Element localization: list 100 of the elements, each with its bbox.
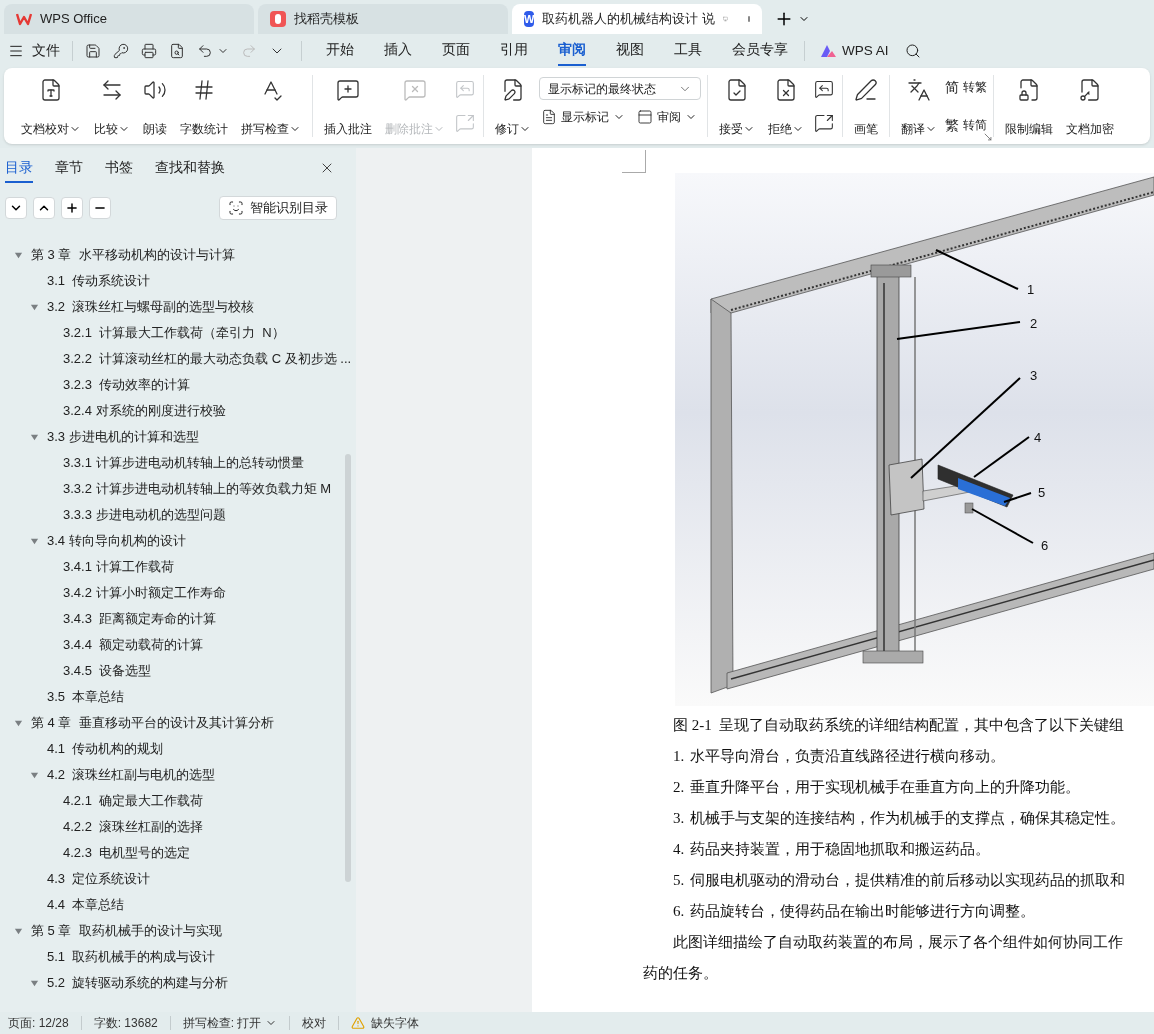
expand-toggle[interactable] <box>30 770 39 780</box>
panel-tab[interactable]: 查找和替换 <box>155 153 225 183</box>
outline-item[interactable]: 3.4.2 计算小时额定工作寿命 <box>63 583 226 603</box>
ribbon-tab[interactable]: 页面 <box>442 36 470 66</box>
scrollbar-thumb[interactable] <box>345 454 351 882</box>
outline-item[interactable]: 4.4 本章总结 <box>47 895 125 915</box>
outline-item[interactable]: 3.2.4 对系统的刚度进行校验 <box>63 401 226 421</box>
window-tab[interactable]: 找稻壳模板 <box>258 4 508 34</box>
outline-item[interactable]: 4.2.3 电机型号的选定 <box>63 843 191 863</box>
ribbon-tab[interactable]: 引用 <box>500 36 528 66</box>
outline-control-button[interactable] <box>5 197 27 219</box>
ribbon-button[interactable]: 接受 <box>714 74 760 138</box>
ribbon-small-button[interactable]: 显示标记 <box>541 108 625 126</box>
outline-item[interactable]: 第 5 章 取药机械手的设计与实现 <box>31 921 222 941</box>
expand-toggle[interactable] <box>30 432 39 442</box>
comment-add-icon <box>336 78 360 102</box>
ribbon-small-button[interactable]: 简 转繁 <box>945 78 987 96</box>
list-number: 1. <box>673 747 685 766</box>
outline-item[interactable]: 3.2.1 计算最大工作载荷（牵引力 N） <box>63 323 285 343</box>
expand-toggle[interactable] <box>14 250 23 260</box>
ribbon-button[interactable]: 拼写检查 <box>236 74 306 138</box>
key-icon[interactable] <box>113 43 129 59</box>
ribbon-button[interactable]: 拒绝 <box>763 74 809 138</box>
dropdown-field[interactable]: 显示标记的最终状态 <box>539 77 701 100</box>
ribbon-button[interactable]: 字数统计 <box>175 74 233 138</box>
ribbon-button[interactable]: 文档加密 <box>1061 74 1119 138</box>
outline-control-button[interactable] <box>33 197 55 219</box>
outline-control-button[interactable] <box>89 197 111 219</box>
outline-item[interactable]: 3.3 步进电机的计算和选型 <box>47 427 199 447</box>
outline-item[interactable]: 5.2 旋转驱动系统的构建与分析 <box>47 973 229 993</box>
outline-item[interactable]: 3.5 本章总结 <box>47 687 125 707</box>
panel-tab[interactable]: 章节 <box>55 153 83 183</box>
outline-item[interactable]: 4.3 定位系统设计 <box>47 869 151 889</box>
ribbon-button[interactable]: 翻译 <box>896 74 942 138</box>
outline-item[interactable]: 3.2 滚珠丝杠与螺母副的选型与校核 <box>47 297 255 317</box>
ribbon-tab[interactable]: 视图 <box>616 36 644 66</box>
outline-item[interactable]: 4.1 传动机构的规划 <box>47 739 164 759</box>
document-icon <box>541 109 557 125</box>
outline-item[interactable]: 3.4.1 计算工作载荷 <box>63 557 174 577</box>
outline-item[interactable]: 第 4 章 垂直移动平台的设计及其计算分析 <box>31 713 274 733</box>
ribbon-small-button[interactable]: 审阅 <box>637 108 697 126</box>
window-tab[interactable]: W 取药机器人的机械结构设计 说 <box>512 4 762 34</box>
outline-control-button[interactable] <box>61 197 83 219</box>
expand-toggle[interactable] <box>30 302 39 312</box>
ribbon-tab[interactable]: 插入 <box>384 36 412 66</box>
outline-item[interactable]: 3.2.3 传动效率的计算 <box>63 375 191 395</box>
missing-font-status[interactable]: 缺失字体 <box>351 1014 420 1032</box>
outline-item[interactable]: 4.2.2 滚珠丝杠副的选择 <box>63 817 204 837</box>
figure-caption: 图 2-1 呈现了自动取药系统的详细结构配置，其中包含了以下关键组 <box>672 716 1126 735</box>
panel-tab[interactable]: 目录 <box>5 153 33 183</box>
ribbon-small-button[interactable]: 繁 转简 <box>945 116 987 134</box>
expand-toggle[interactable] <box>14 718 23 728</box>
logo-icon <box>16 12 32 26</box>
outline-item[interactable]: 3.4.4 额定动载荷的计算 <box>63 635 204 655</box>
smart-toc-button[interactable]: 智能识别目录 <box>219 196 337 220</box>
outline-item[interactable]: 3.2.2 计算滚动丝杠的最大动态负载 C 及初步选 ... <box>63 349 352 369</box>
spell-check-status[interactable]: 拼写检查: 打开 <box>182 1014 278 1032</box>
menu-icon <box>8 43 24 59</box>
outline-item[interactable]: 3.4.3 距离额定寿命的计算 <box>63 609 217 629</box>
ribbon-button[interactable]: 插入批注 <box>319 74 377 138</box>
accept-icon <box>725 78 749 102</box>
outline-item[interactable]: 3.3.1 计算步进电动机转轴上的总转动惯量 <box>63 453 304 473</box>
triangle-down-icon <box>14 718 23 728</box>
face-scan-icon <box>228 200 244 216</box>
outline-item[interactable]: 3.4 转向导向机构的设计 <box>47 531 186 551</box>
ribbon-tab[interactable]: 开始 <box>326 36 354 66</box>
outline-item[interactable]: 3.3.2 计算步进电动机转轴上的等效负载力矩 M <box>63 479 331 499</box>
save-icon[interactable] <box>85 43 101 59</box>
expand-toggle[interactable] <box>30 978 39 988</box>
proofread-status[interactable]: 校对 <box>302 1014 327 1032</box>
ribbon-button[interactable]: 文档校对 <box>16 74 86 138</box>
window-tab[interactable]: WPS Office <box>4 4 254 34</box>
search-icon[interactable] <box>904 43 921 59</box>
file-menu[interactable]: 文件 <box>8 40 60 62</box>
ribbon-button[interactable]: 朗读 <box>138 74 172 138</box>
expand-toggle[interactable] <box>30 536 39 546</box>
panel-tab[interactable]: 书签 <box>105 153 133 183</box>
ribbon-button[interactable]: 比较 <box>89 74 135 138</box>
outline-item[interactable]: 3.1 传动系统设计 <box>47 271 151 291</box>
dialog-launcher-icon[interactable] <box>983 132 993 142</box>
ribbon-tab[interactable]: 会员专享 <box>732 36 788 66</box>
outline-item[interactable]: 3.3.3 步进电动机的选型问题 <box>63 505 226 525</box>
warning-icon <box>351 1016 366 1030</box>
print-preview-icon[interactable] <box>169 43 185 59</box>
translate-icon <box>907 78 931 102</box>
ribbon-button[interactable]: 修订 <box>490 74 536 138</box>
outline-item[interactable]: 第 3 章 水平移动机构的设计与计算 <box>31 245 235 265</box>
print-icon[interactable] <box>141 43 157 59</box>
expand-toggle[interactable] <box>14 926 23 936</box>
outline-item[interactable]: 5.1 取药机械手的构成与设计 <box>47 947 216 967</box>
undo-icon[interactable] <box>197 43 213 59</box>
ai-button[interactable]: WPS AI <box>821 40 889 62</box>
ribbon-tab[interactable]: 审阅 <box>558 36 586 66</box>
outline-item[interactable]: 3.4.5 设备选型 <box>63 661 152 681</box>
ribbon-tab[interactable]: 工具 <box>674 36 702 66</box>
ribbon-button[interactable]: 限制编辑 <box>1000 74 1058 138</box>
outline-item[interactable]: 4.2 滚珠丝杠副与电机的选型 <box>47 765 216 785</box>
outline-item[interactable]: 4.2.1 确定最大工作载荷 <box>63 791 204 811</box>
key-document-icon <box>1078 78 1102 102</box>
ribbon-button[interactable]: 画笔 <box>849 74 883 138</box>
